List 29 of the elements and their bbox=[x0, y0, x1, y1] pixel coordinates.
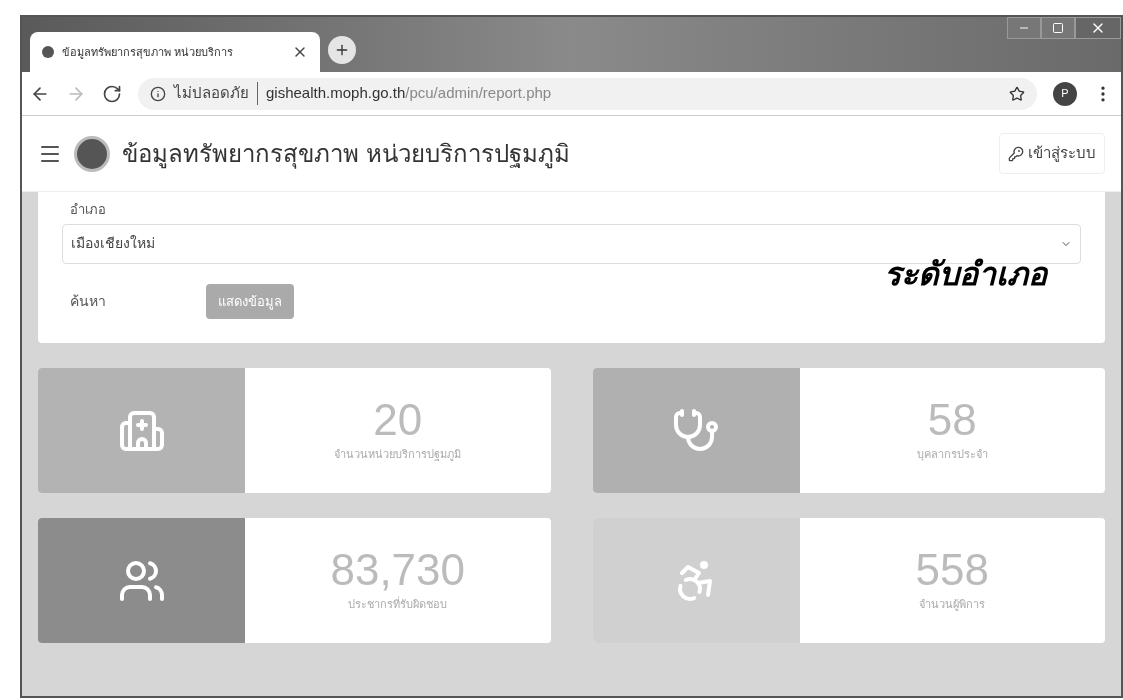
district-label: อำเภอ bbox=[69, 201, 107, 219]
stat-value: 83,730 bbox=[330, 548, 466, 593]
stat-label: จำนวนหน่วยบริการปฐมภูมิ bbox=[334, 447, 462, 463]
logo-icon bbox=[74, 135, 110, 172]
search-label: ค้นหา bbox=[70, 291, 106, 311]
new-tab-button[interactable] bbox=[328, 36, 356, 64]
security-label: ไม่ปลอดภัย bbox=[174, 82, 258, 105]
reload-icon[interactable] bbox=[102, 83, 122, 104]
browser-tab[interactable]: ข้อมูลทรัพยากรสุขภาพ หน่วยบริการ bbox=[30, 32, 320, 72]
maximize-button[interactable] bbox=[1041, 17, 1075, 39]
stat-value: 20 bbox=[373, 398, 423, 443]
plus-icon bbox=[334, 42, 350, 58]
info-icon bbox=[150, 85, 166, 102]
site-title: ข้อมูลทรัพยากรสุขภาพ หน่วยบริการปฐมภูมิ bbox=[122, 138, 571, 171]
stat-label: ประชากรที่รับผิดชอบ bbox=[348, 596, 448, 613]
login-button[interactable]: เข้าสู่ระบบ bbox=[999, 133, 1105, 174]
tab-title: ข้อมูลทรัพยากรสุขภาพ หน่วยบริการ bbox=[62, 44, 235, 61]
profile-avatar[interactable]: P bbox=[1053, 81, 1077, 106]
bookmark-star-icon[interactable] bbox=[1009, 85, 1025, 102]
stat-value: 558 bbox=[915, 548, 989, 593]
favicon-icon bbox=[42, 46, 54, 58]
stat-label: จำนวนผู้พิการ bbox=[919, 597, 986, 613]
stat-value: 58 bbox=[927, 398, 977, 443]
address-bar[interactable]: ไม่ปลอดภัย gishealth.moph.go.th/pcu/admin/report.php bbox=[138, 77, 1037, 110]
stat-label: บุคลากรประจำ bbox=[916, 447, 988, 463]
key-icon bbox=[1008, 145, 1024, 162]
maximize-icon bbox=[1052, 22, 1064, 34]
url-text: gishealth.moph.go.th/pcu/admin/report.php bbox=[266, 83, 552, 104]
close-button[interactable] bbox=[1075, 17, 1121, 39]
